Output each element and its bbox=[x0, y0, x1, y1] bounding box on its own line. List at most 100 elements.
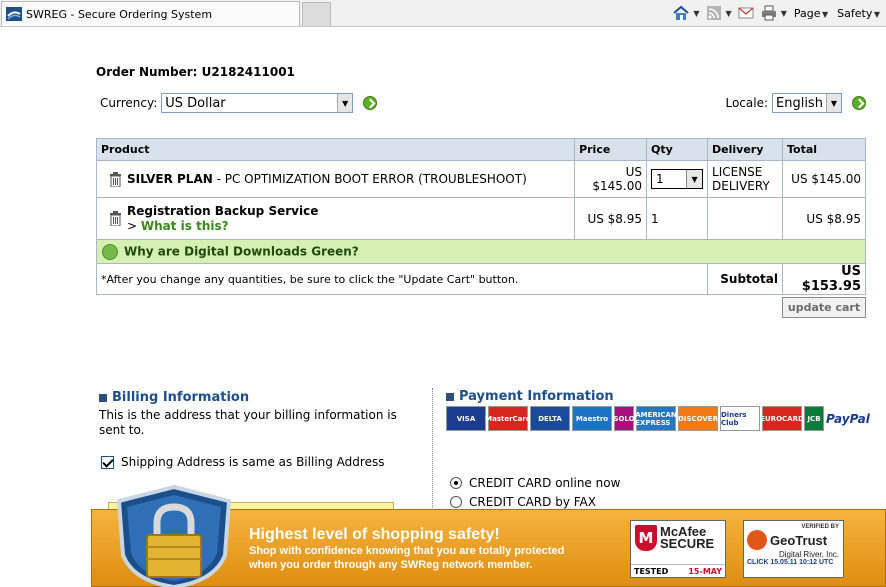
payment-option-label: CREDIT CARD online now bbox=[469, 476, 621, 490]
what-is-this-link[interactable]: What is this? bbox=[141, 219, 229, 233]
card-logo-maestro: Maestro bbox=[572, 406, 612, 431]
mail-icon[interactable] bbox=[737, 5, 755, 21]
currency-go-icon[interactable] bbox=[363, 96, 378, 110]
currency-select[interactable]: US Dollar ▼ bbox=[161, 93, 354, 113]
payment-option-online[interactable]: CREDIT CARD online now bbox=[450, 476, 620, 490]
header-price: Price bbox=[574, 138, 648, 161]
product-name: SILVER PLAN bbox=[127, 171, 213, 186]
qty-cell: 1 bbox=[646, 197, 709, 240]
padlock-shield-icon bbox=[116, 485, 232, 587]
billing-title: Billing Information bbox=[99, 390, 249, 405]
mcafee-secure-badge[interactable]: M McAfee SECURE TESTED 15-MAY bbox=[630, 520, 726, 578]
shipping-same-label: Shipping Address is same as Billing Addr… bbox=[121, 455, 385, 469]
page-menu[interactable]: Page ▼ bbox=[792, 7, 830, 20]
geotrust-click: CLICK 15.05.11 10:12 UTC bbox=[747, 559, 834, 566]
qty-select[interactable]: 1 ▼ bbox=[651, 169, 704, 189]
shipping-same-checkbox[interactable] bbox=[101, 455, 114, 469]
browser-chrome: SWREG - Secure Ordering System ▼ ▼ ▼ Pag… bbox=[0, 0, 886, 27]
header-product: Product bbox=[96, 138, 576, 161]
trash-icon[interactable] bbox=[109, 211, 122, 226]
banner-text: Shop with confidence knowing that you ar… bbox=[249, 544, 619, 572]
mcafee-secure: SECURE bbox=[660, 536, 715, 551]
chevron-down-icon: ▼ bbox=[686, 170, 703, 188]
feeds-icon[interactable] bbox=[705, 5, 723, 21]
leaf-icon bbox=[102, 243, 118, 260]
header-delivery: Delivery bbox=[707, 138, 783, 161]
banner-title: Highest level of shopping safety! bbox=[249, 526, 500, 543]
geotrust-company: Digital River, Inc. bbox=[778, 550, 839, 559]
header-qty: Qty bbox=[646, 138, 709, 161]
shipping-same-row: Shipping Address is same as Billing Addr… bbox=[101, 455, 384, 469]
delivery-cell: LICENSE DELIVERY bbox=[707, 160, 783, 198]
payment-option-label: CREDIT CARD by FAX bbox=[469, 495, 596, 509]
billing-title-text: Billing Information bbox=[112, 390, 250, 405]
mcafee-date: 15-MAY bbox=[688, 566, 722, 576]
card-logo-paypal: PayPal bbox=[826, 411, 870, 426]
radio-credit-online[interactable] bbox=[450, 477, 462, 489]
feeds-dropdown-arrow[interactable]: ▼ bbox=[726, 9, 732, 18]
card-logo-american-express: AMERICAN EXPRESS bbox=[635, 406, 677, 431]
total-cell: US $145.00 bbox=[782, 160, 867, 198]
radio-credit-fax[interactable] bbox=[450, 496, 462, 508]
green-downloads-row: Why are Digital Downloads Green? bbox=[96, 239, 866, 264]
green-downloads-link[interactable]: Why are Digital Downloads Green? bbox=[124, 244, 359, 258]
product-name: Registration Backup Service bbox=[127, 203, 319, 218]
subtotal-row: *After you change any quantities, be sur… bbox=[96, 263, 867, 295]
mcafee-m-icon: M bbox=[635, 525, 657, 551]
card-logo-mastercard: MasterCard bbox=[485, 406, 531, 431]
qty-value: 1 bbox=[656, 172, 664, 186]
payment-title: Payment Information bbox=[446, 389, 614, 404]
locale-value: English bbox=[776, 95, 823, 111]
card-logo-discover: DISCOVER bbox=[678, 406, 718, 431]
link-prefix: > bbox=[127, 218, 141, 233]
table-row: SILVER PLAN - PC OPTIMIZATION BOOT ERROR… bbox=[96, 160, 867, 198]
product-desc: - PC OPTIMIZATION BOOT ERROR (TROUBLESHO… bbox=[212, 171, 527, 186]
print-dropdown-arrow[interactable]: ▼ bbox=[781, 9, 787, 18]
billing-description: This is the address that your billing in… bbox=[99, 408, 397, 437]
qty-cell: 1 ▼ bbox=[646, 160, 709, 198]
home-dropdown-arrow[interactable]: ▼ bbox=[693, 9, 699, 18]
subtotal-label: Subtotal bbox=[707, 263, 783, 295]
new-tab-button[interactable] bbox=[302, 2, 331, 26]
section-divider bbox=[432, 388, 433, 518]
product-cell: SILVER PLAN - PC OPTIMIZATION BOOT ERROR… bbox=[96, 160, 576, 198]
delivery-line: LICENSE bbox=[712, 165, 763, 179]
price-cell: US $8.95 bbox=[574, 197, 648, 240]
currency-label: Currency: bbox=[100, 96, 158, 110]
geotrust-badge[interactable]: VERIFIED BY GeoTrust Digital River, Inc.… bbox=[743, 520, 844, 578]
chevron-down-icon: ▼ bbox=[337, 94, 353, 112]
locale-label: Locale: bbox=[725, 96, 768, 110]
print-icon[interactable] bbox=[760, 5, 778, 21]
trash-icon[interactable] bbox=[109, 171, 122, 187]
payment-title-text: Payment Information bbox=[459, 389, 614, 404]
locale-go-icon[interactable] bbox=[852, 96, 866, 110]
locale-select[interactable]: English ▼ bbox=[772, 93, 842, 113]
product-cell: Registration Backup Service > What is th… bbox=[96, 197, 576, 240]
order-number: Order Number: U2182411001 bbox=[96, 65, 295, 79]
header-total: Total bbox=[782, 138, 867, 161]
tab-title: SWREG - Secure Ordering System bbox=[26, 7, 213, 21]
mcafee-tested: TESTED bbox=[634, 566, 669, 576]
payment-option-fax[interactable]: CREDIT CARD by FAX bbox=[450, 495, 596, 509]
chevron-down-icon: ▼ bbox=[826, 94, 841, 112]
geotrust-name: GeoTrust bbox=[770, 532, 828, 548]
section-bullet-icon bbox=[446, 392, 454, 401]
price-cell: US $145.00 bbox=[574, 160, 648, 198]
delivery-line: DELIVERY bbox=[712, 179, 770, 193]
cart-table: Product Price Qty Delivery Total SILVER … bbox=[96, 138, 867, 295]
subtotal-value: US $153.95 bbox=[782, 263, 867, 295]
card-logo-visa: VISA bbox=[446, 406, 486, 431]
home-icon[interactable] bbox=[672, 5, 690, 21]
geotrust-logo-icon bbox=[747, 530, 767, 550]
section-bullet-icon bbox=[99, 393, 107, 402]
update-note: *After you change any quantities, be sur… bbox=[96, 263, 709, 295]
update-cart-button[interactable]: update cart bbox=[782, 297, 866, 318]
browser-tab[interactable]: SWREG - Secure Ordering System bbox=[1, 1, 300, 26]
card-logos: VISA MasterCard DELTA Maestro SOLO AMERICAN E… bbox=[446, 406, 876, 431]
card-logo-delta: DELTA bbox=[530, 406, 570, 431]
card-logo-eurocard: EUROCARD bbox=[760, 406, 804, 431]
banner-line: when you order through any SWReg network… bbox=[249, 559, 533, 571]
green-downloads-cell[interactable]: Why are Digital Downloads Green? bbox=[96, 239, 866, 264]
safety-menu[interactable]: Safety ▼ bbox=[835, 7, 882, 20]
currency-value: US Dollar bbox=[165, 95, 226, 111]
